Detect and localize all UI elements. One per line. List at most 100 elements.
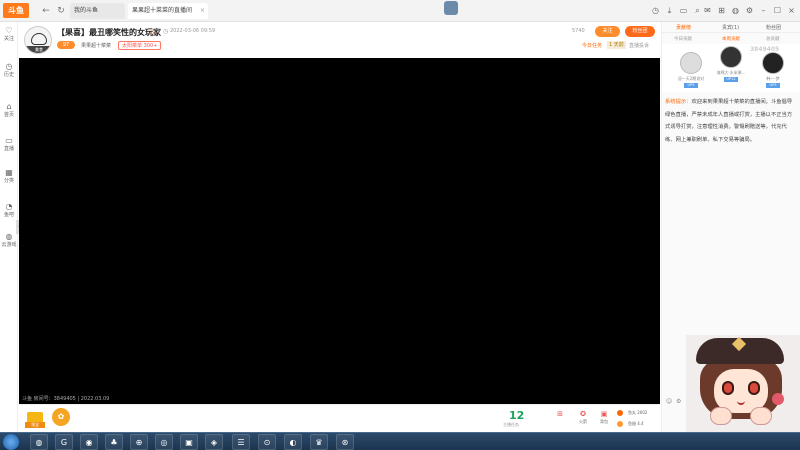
sidebar-item-home[interactable]: ⌂ 首页 (0, 102, 18, 126)
avatar (762, 52, 784, 74)
avatar-icon[interactable]: ◍ (730, 5, 741, 16)
sidebar-item-label: 历史 (3, 72, 14, 78)
room-number-overlay: 3849405 (750, 46, 780, 53)
video-player[interactable]: 斗鱼 房间号：3849405 | 2022.03.09 (19, 58, 660, 404)
start-button[interactable] (3, 434, 19, 450)
taskbar-app-6[interactable]: ◎ (155, 434, 173, 450)
panel-tabs: 贡献榜 贵宾(1) 粉丝团 (662, 22, 800, 33)
minimize-icon[interactable]: – (758, 5, 769, 16)
mascot-eye-left (722, 381, 734, 395)
avatar-badge: 美食 (25, 46, 51, 53)
emoji-icon[interactable]: ☺ (666, 398, 672, 405)
task-level-label[interactable]: 主播任务 (503, 422, 519, 428)
download-icon[interactable]: ⤓ (664, 5, 675, 16)
viewer-count: 5740 (572, 28, 585, 34)
clock-icon: ◷ (163, 28, 169, 35)
close-tab-icon[interactable]: × (200, 3, 205, 19)
notice-tag: 系统提示： (665, 99, 692, 105)
player-bottom-bar: 领宝 ✿ 12 主播任务 ⊞ ✪ 火箭 ▣ 背包 鱼丸 2602 鱼翅 4.4 (19, 404, 660, 432)
refresh-icon[interactable]: ↻ (55, 5, 67, 17)
settings-icon[interactable]: ⚙ (744, 5, 755, 16)
rank-list: 迎一天2期说对 UP5 海绵大·水米果... UP12 韩一·梦 UP3 384… (662, 44, 800, 92)
tab-my-douyu[interactable]: 我的斗鱼 (70, 3, 125, 19)
rank-user-2[interactable]: 迎一天2期说对 UP5 (676, 52, 706, 96)
sidebar-item-label: 首页 (3, 112, 14, 118)
taskbar-app-13[interactable]: ⊛ (336, 434, 354, 450)
follow-label: 关注 (602, 28, 613, 34)
yuchi-icon (617, 421, 623, 427)
sidebar-item-category[interactable]: ▦ 分类 (0, 168, 18, 192)
avatar-face-icon (31, 33, 47, 45)
gift-icon[interactable]: ⊞ (716, 5, 727, 16)
history-icon[interactable]: ◷ (650, 5, 661, 16)
taskbar-app-4[interactable]: ♣ (105, 434, 123, 450)
taskbar-app-2[interactable]: G (55, 434, 73, 450)
treasure-box[interactable]: 领宝 (25, 408, 45, 428)
sidebar-item-cloud-game[interactable]: ◍ 云游戏 (0, 232, 18, 256)
app-window: 斗鱼 ← ↻ 我的斗鱼 果果超十菜菜的直播间 × ◷ ⤓ ▭ ⌕ ✉ ⊞ ◍ ⚙… (0, 0, 800, 450)
tab-fans[interactable]: 粉丝团 (766, 24, 781, 31)
subtab-week[interactable]: 本周贡献 (722, 36, 740, 42)
treasure-label: 领宝 (25, 422, 45, 428)
fans-label: 粉丝团 (632, 28, 648, 34)
taskbar-app-5[interactable]: ⊕ (130, 434, 148, 450)
streamer-avatar[interactable]: 美食 (24, 26, 52, 54)
maximize-icon[interactable]: ☐ (772, 5, 783, 16)
gift-shop-button[interactable]: ⊞ (553, 410, 567, 428)
tab-contribution[interactable]: 贡献榜 (676, 24, 691, 31)
taskbar-app-8[interactable]: ◈ (205, 434, 223, 450)
sidebar-item-follow[interactable]: ♡ 关注 (0, 26, 18, 50)
rank-user-level: UP5 (684, 83, 698, 88)
fans-badge-icon[interactable]: ✿ (52, 408, 70, 426)
taskbar-app-9[interactable]: ☰ (232, 434, 250, 450)
tool-label: 背包 (600, 419, 608, 424)
sidebar-item-label: 云游戏 (1, 242, 17, 248)
grid-icon: ▦ (5, 168, 13, 177)
taskbar-app-10[interactable]: ⊙ (258, 434, 276, 450)
sidebar-item-label: 直播 (3, 146, 14, 152)
room-info-watermark: 斗鱼 房间号：3849405 | 2022.03.09 (22, 396, 110, 402)
tab-vip[interactable]: 贵宾(1) (722, 24, 739, 31)
backpack-icon: ▣ (600, 410, 608, 418)
rank-tag[interactable]: 太阳菜单 300+ (118, 41, 162, 50)
close-icon[interactable]: × (786, 5, 797, 16)
report-link[interactable]: 直播投诉 (629, 42, 649, 49)
tab-stream-room[interactable]: 果果超十菜菜的直播间 × (128, 3, 208, 19)
contribution-subtabs: 今日贡献 本周贡献 总贡献 (662, 34, 800, 44)
taskbar-app-3[interactable]: ◉ (80, 434, 98, 450)
sidebar-item-history[interactable]: ◷ 历史 (0, 62, 18, 86)
fans-club-button[interactable]: 粉丝团 (625, 26, 655, 37)
backpack-button[interactable]: ▣ 背包 (597, 410, 611, 428)
task-time: 1 天前 (607, 41, 626, 49)
rocket-button[interactable]: ✪ 火箭 (576, 410, 590, 428)
subtab-today[interactable]: 今日贡献 (674, 36, 692, 42)
daily-task-link[interactable]: 今日任务 (582, 42, 602, 49)
avatar (680, 52, 702, 74)
subtab-total[interactable]: 总贡献 (766, 36, 780, 42)
rank-user-name: 迎一天2期说对 (677, 76, 705, 81)
rank-user-3[interactable]: 韩一·梦 UP3 (758, 52, 788, 96)
taskbar-app-12[interactable]: ♛ (310, 434, 328, 450)
avatar (720, 46, 742, 68)
streamer-name[interactable]: 果果超十菜菜 (81, 42, 111, 49)
gift-icon: ⊞ (557, 410, 563, 418)
tab-label: 我的斗鱼 (74, 7, 99, 14)
monitor-icon[interactable]: ▭ (678, 5, 689, 16)
follow-button[interactable]: 关注 (595, 26, 620, 37)
back-icon[interactable]: ← (40, 5, 52, 17)
sidebar-item-label: 鱼吧 (3, 212, 14, 218)
sidebar-item-live[interactable]: ▭ 直播 (0, 136, 18, 160)
taskbar-app-11[interactable]: ◐ (284, 434, 302, 450)
message-icon[interactable]: ✉ (702, 5, 713, 16)
rank-user-name: 韩一·梦 (766, 76, 780, 81)
mascot-overlay-image (686, 335, 800, 432)
taskbar-app-1[interactable]: ◍ (30, 434, 48, 450)
rank-user-level: UP3 (766, 83, 780, 88)
rank-user-1[interactable]: 海绵大·水米果... UP12 (716, 46, 746, 90)
sidebar-item-label: 关注 (3, 36, 14, 42)
heart-icon: ♡ (5, 26, 13, 35)
settings-icon[interactable]: ⚙ (676, 398, 681, 405)
douyu-logo[interactable]: 斗鱼 (3, 3, 29, 18)
taskbar-app-7[interactable]: ▣ (180, 434, 198, 450)
sidebar-item-label: 分类 (3, 178, 14, 184)
